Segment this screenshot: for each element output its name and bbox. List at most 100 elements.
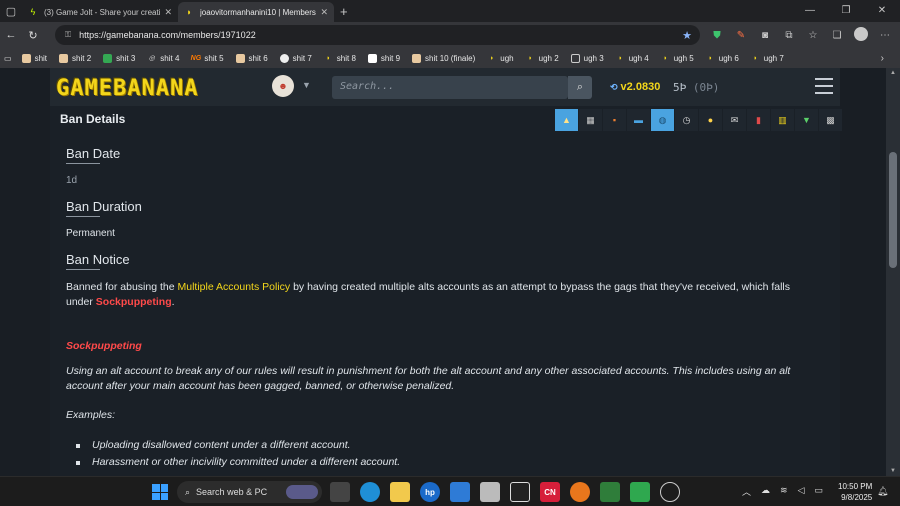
- file-explorer-icon[interactable]: [390, 482, 410, 502]
- collections-icon[interactable]: ❏: [825, 30, 849, 41]
- roblox-studio-icon[interactable]: [510, 482, 530, 502]
- bookmark-item[interactable]: ◎ shit 4: [147, 54, 180, 63]
- menu-icon[interactable]: [815, 78, 833, 94]
- bookmark-item[interactable]: ◗ ugh 5: [661, 54, 694, 63]
- qr-icon[interactable]: ▦: [579, 109, 602, 131]
- banana-icon: ◗: [618, 54, 623, 62]
- tab-actions-icon[interactable]: ▢: [0, 0, 22, 22]
- camera-icon[interactable]: ◙: [753, 30, 777, 41]
- settings-grid-icon[interactable]: ▩: [819, 109, 842, 131]
- search-input[interactable]: Search...: [332, 76, 568, 99]
- chevron-down-icon[interactable]: ▼: [302, 80, 311, 90]
- pen-icon[interactable]: ✎: [729, 30, 753, 41]
- bookmark-item[interactable]: shit 6: [235, 53, 268, 63]
- ban-details-panel: Ban Details ▲ ▦ ▪ ▬ ◍ ◷ ● ✉ ▮ ▥ ▼ ▩ Ban …: [50, 106, 843, 476]
- bookmark-item[interactable]: shit 7: [279, 53, 312, 63]
- notification-bell-icon[interactable]: 🔔︎: [877, 486, 888, 497]
- list-item: Harassment or other incivility committed…: [72, 456, 400, 468]
- more-icon[interactable]: ⋯: [873, 30, 897, 41]
- cloud-icon[interactable]: ☁: [761, 485, 770, 498]
- ban-notice-label: Ban Notice: [66, 252, 130, 267]
- address-bar[interactable]: ⚿ https://gamebanana.com/members/1971022…: [55, 25, 700, 45]
- bookmark-item[interactable]: shit: [21, 53, 47, 63]
- planner-icon[interactable]: [630, 482, 650, 502]
- profile-module-icons: ▲ ▦ ▪ ▬ ◍ ◷ ● ✉ ▮ ▥ ▼ ▩: [555, 109, 843, 131]
- bookmark-item[interactable]: ugh 3: [570, 53, 604, 63]
- site-info-icon[interactable]: ⚿: [65, 30, 71, 40]
- stats-icon[interactable]: ▮: [747, 109, 770, 131]
- bookmark-item[interactable]: ◗ ugh 4: [616, 54, 649, 63]
- clock-icon[interactable]: ◷: [675, 109, 698, 131]
- scrollbar[interactable]: ▲ ▼: [886, 68, 900, 476]
- scroll-down-icon[interactable]: ▼: [889, 468, 897, 474]
- reload-icon[interactable]: ↻: [22, 29, 44, 42]
- wifi-icon[interactable]: ≋: [780, 485, 788, 498]
- policy-link[interactable]: Multiple Accounts Policy: [178, 281, 291, 293]
- clock[interactable]: 10:50 PM 9/8/2025: [838, 481, 872, 503]
- task-view-icon[interactable]: [330, 482, 350, 502]
- banana-balance[interactable]: 5Ϸ (0Ϸ): [673, 81, 719, 94]
- battery-icon[interactable]: ▭: [814, 485, 823, 498]
- minimize-icon[interactable]: —: [792, 0, 828, 22]
- site-logo[interactable]: GAMEBANANA: [56, 76, 198, 101]
- restore-icon[interactable]: ❐: [828, 0, 864, 22]
- new-tab-icon[interactable]: +: [340, 4, 348, 19]
- mail-icon[interactable]: ✉: [723, 109, 746, 131]
- mascot-icon[interactable]: ☻: [272, 75, 294, 97]
- bookmark-star-icon[interactable]: ★: [682, 29, 692, 42]
- blender-icon[interactable]: [570, 482, 590, 502]
- chart-icon[interactable]: ▥: [771, 109, 794, 131]
- tab-gamebanana[interactable]: ◗ joaovitormanhanini10 | Members ✕: [178, 2, 334, 22]
- bookmark-item[interactable]: ◗ ugh 6: [706, 54, 739, 63]
- grid-icon[interactable]: ▪: [603, 109, 626, 131]
- profile-avatar[interactable]: [849, 26, 873, 44]
- bookmark-item[interactable]: NG shit 5: [191, 54, 224, 63]
- bookmarks-menu-icon[interactable]: ▭: [4, 54, 12, 63]
- address-row: ← ↻ ⚿ https://gamebanana.com/members/197…: [0, 22, 900, 48]
- search-icon[interactable]: ⌕: [568, 76, 592, 99]
- lightbulb-icon[interactable]: ●: [699, 109, 722, 131]
- chevron-right-icon[interactable]: ›: [881, 53, 884, 64]
- bookmark-item[interactable]: ◗ ugh 2: [526, 54, 559, 63]
- speaker-icon[interactable]: ◁: [798, 485, 805, 498]
- windows-start-icon[interactable]: [152, 484, 168, 500]
- scroll-up-icon[interactable]: ▲: [889, 70, 897, 76]
- favorites-icon[interactable]: ☆: [801, 30, 825, 41]
- globe-icon[interactable]: ◍: [651, 109, 674, 131]
- sockpuppeting-link[interactable]: Sockpuppeting: [96, 296, 172, 308]
- taskbar-search[interactable]: ⌕ Search web & PC: [177, 481, 322, 503]
- files-icon[interactable]: ▬: [627, 109, 650, 131]
- close-window-icon[interactable]: ✕: [864, 0, 900, 22]
- cn-icon[interactable]: CN: [540, 482, 560, 502]
- bookmark-item[interactable]: shit 3: [103, 53, 135, 63]
- scrollbar-thumb[interactable]: [889, 152, 897, 268]
- banana-icon: ◗: [528, 54, 533, 62]
- bookmark-item[interactable]: shit 9: [367, 53, 400, 63]
- tab-gamejolt[interactable]: ϟ (3) Game Jolt - Share your creatio ✕: [22, 2, 178, 22]
- back-icon[interactable]: ←: [0, 29, 22, 41]
- banana-icon: ◗: [326, 54, 331, 62]
- close-tab-icon[interactable]: ✕: [320, 7, 328, 18]
- bookmark-item[interactable]: ◗ shit 8: [324, 54, 356, 63]
- download-icon[interactable]: ▼: [795, 109, 818, 131]
- hp-icon[interactable]: hp: [420, 482, 440, 502]
- roblox-icon[interactable]: [480, 482, 500, 502]
- close-tab-icon[interactable]: ✕: [164, 7, 172, 18]
- warning-icon[interactable]: ▲: [555, 109, 578, 131]
- bookmark-item[interactable]: ◗ ugh: [487, 54, 514, 63]
- bread-icon: [21, 53, 31, 63]
- bookmark-item[interactable]: shit 2: [59, 53, 91, 63]
- bookmark-item[interactable]: shit 10 (finale): [412, 53, 475, 63]
- ban-notice-text: Banned for abusing the Multiple Accounts…: [66, 281, 791, 308]
- extensions-icon[interactable]: ⧉: [777, 30, 801, 41]
- edge-icon[interactable]: [360, 482, 380, 502]
- gamejolt-taskbar-icon[interactable]: [600, 482, 620, 502]
- shield-extension-icon[interactable]: ⛊: [705, 30, 729, 41]
- chevron-up-icon[interactable]: ︿: [742, 485, 751, 498]
- store-icon[interactable]: [450, 482, 470, 502]
- version-link[interactable]: ⟲ v2.0830: [610, 81, 660, 93]
- bookmark-item[interactable]: ◗ ugh 7: [751, 54, 784, 63]
- globe-icon: ◎: [148, 55, 155, 62]
- settings-icon[interactable]: [660, 482, 680, 502]
- list-item: Uploading disallowed content under a dif…: [72, 439, 400, 451]
